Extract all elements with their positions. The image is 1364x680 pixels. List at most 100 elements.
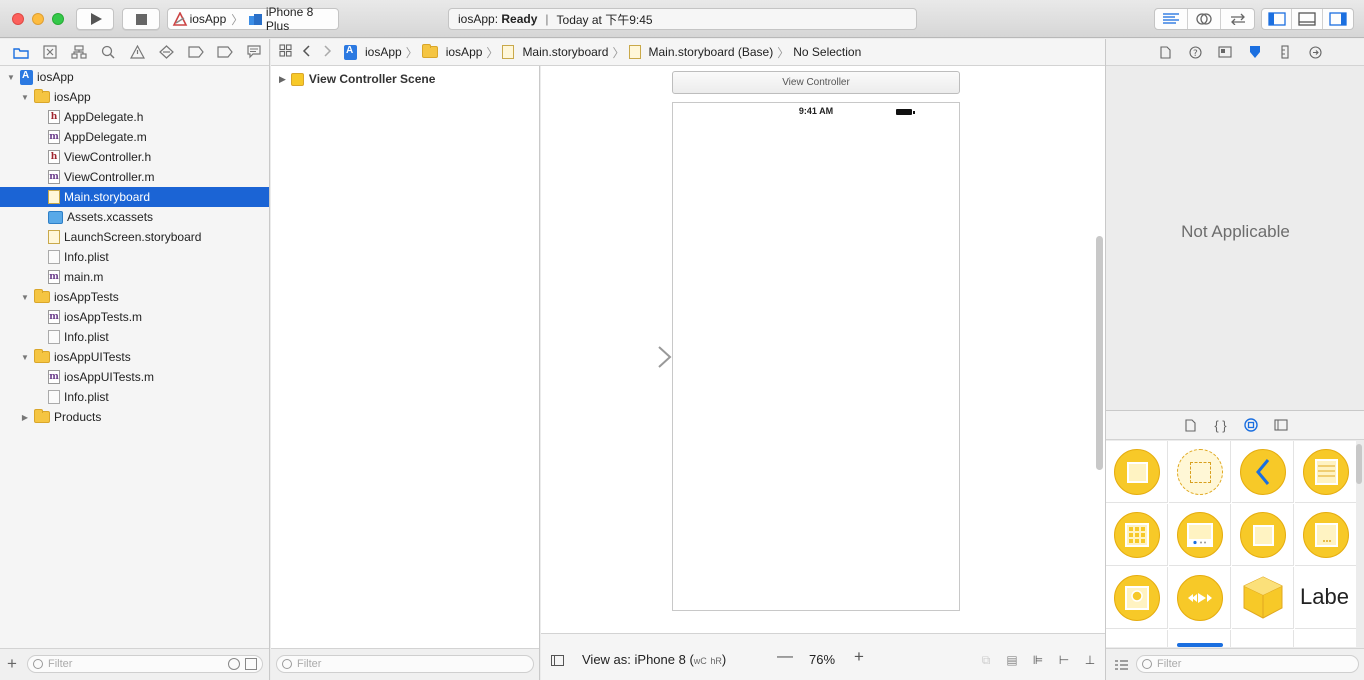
device-name[interactable]: iPhone 8 Plus	[266, 5, 338, 33]
zoom-window-button[interactable]	[52, 13, 64, 25]
file-tree-row[interactable]: ▼ iosApp	[0, 67, 269, 87]
standard-editor-button[interactable]	[1155, 9, 1188, 29]
library-item-segmented-control[interactable]	[1169, 630, 1231, 647]
jump-bar-file[interactable]: Main.storyboard	[502, 45, 608, 59]
library-item-object[interactable]	[1232, 567, 1294, 629]
outline-toggle-icon[interactable]	[551, 655, 564, 666]
library-item-label[interactable]: Labe	[1295, 567, 1356, 629]
toggle-debug-area-button[interactable]	[1292, 9, 1323, 29]
library-item-text-field[interactable]	[1232, 630, 1294, 647]
library-item-glkit-view-controller[interactable]	[1106, 567, 1168, 629]
issue-navigator-tab[interactable]	[123, 39, 152, 65]
file-tree-row[interactable]: Main.storyboard	[0, 187, 269, 207]
library-item-av-player-view-controller[interactable]	[1169, 567, 1231, 629]
file-tree-row[interactable]: h AppDelegate.h	[0, 107, 269, 127]
list-view-icon[interactable]	[1115, 659, 1128, 671]
media-library-tab[interactable]	[1266, 411, 1296, 439]
disclosure-triangle-icon[interactable]: ▼	[20, 292, 30, 302]
assistant-editor-button[interactable]	[1188, 9, 1221, 29]
library-item-tab-bar-controller[interactable]	[1169, 504, 1231, 566]
library-item-split-view-controller[interactable]	[1232, 504, 1294, 566]
run-button[interactable]	[76, 8, 114, 30]
library-item-page-view-controller[interactable]	[1295, 504, 1356, 566]
file-tree-row[interactable]: m iosAppTests.m	[0, 307, 269, 327]
file-inspector-tab[interactable]	[1150, 39, 1180, 65]
jump-bar-localization[interactable]: Main.storyboard (Base)	[628, 45, 773, 59]
disclosure-triangle-icon[interactable]: ▼	[6, 72, 16, 82]
outline-filter-field[interactable]: Filter	[276, 655, 534, 673]
file-tree-row[interactable]: ▼ iosApp	[0, 87, 269, 107]
storyboard-canvas[interactable]: View Controller 9:41 AM View as: iPhone …	[541, 66, 1105, 680]
jump-bar-selection[interactable]: No Selection	[793, 45, 861, 59]
navigator-filter-field[interactable]: Filter	[27, 655, 263, 673]
scheme-selector[interactable]: iosApp 〉 iPhone 8 Plus	[167, 5, 339, 33]
disclosure-triangle-icon[interactable]: ▶	[279, 74, 286, 85]
file-tree-row[interactable]: ▶ Products	[0, 407, 269, 427]
file-tree-row[interactable]: m main.m	[0, 267, 269, 287]
file-template-library-tab[interactable]	[1176, 411, 1206, 439]
add-file-button[interactable]: +	[7, 655, 17, 673]
library-item-storyboard-reference[interactable]	[1169, 441, 1231, 503]
toggle-navigator-button[interactable]	[1262, 9, 1293, 29]
library-item-button[interactable]	[1106, 630, 1168, 647]
toggle-utilities-button[interactable]	[1323, 9, 1353, 29]
update-frames-icon[interactable]: ⧉	[978, 653, 994, 667]
report-navigator-tab[interactable]	[240, 39, 269, 65]
file-tree-row[interactable]: m iosAppUITests.m	[0, 367, 269, 387]
file-tree-row[interactable]: Info.plist	[0, 247, 269, 267]
version-editor-button[interactable]	[1221, 9, 1254, 29]
zoom-in-button[interactable]: +	[854, 647, 864, 667]
debug-navigator-tab[interactable]	[181, 39, 210, 65]
file-tree-row[interactable]: Info.plist	[0, 327, 269, 347]
recent-files-icon[interactable]	[228, 658, 240, 670]
disclosure-triangle-icon[interactable]: ▼	[20, 352, 30, 362]
scene-row[interactable]: ▶ View Controller Scene	[279, 72, 435, 86]
forward-button[interactable]	[323, 44, 332, 60]
stop-button[interactable]	[122, 8, 160, 30]
attributes-inspector-tab[interactable]	[1240, 39, 1270, 65]
symbol-navigator-tab[interactable]	[64, 39, 93, 65]
library-item-table-view-controller[interactable]	[1295, 441, 1356, 503]
library-item-view-controller[interactable]	[1106, 441, 1168, 503]
view-controller-view[interactable]: 9:41 AM	[672, 102, 960, 611]
file-tree-row[interactable]: m ViewController.m	[0, 167, 269, 187]
code-snippet-library-tab[interactable]: { }	[1206, 411, 1236, 439]
library-filter-field[interactable]: Filter	[1136, 655, 1359, 673]
back-button[interactable]	[302, 44, 311, 60]
file-tree-row[interactable]: Info.plist	[0, 387, 269, 407]
file-tree-row[interactable]: Assets.xcassets	[0, 207, 269, 227]
project-navigator-tab[interactable]	[6, 39, 35, 65]
source-control-filter-icon[interactable]	[245, 658, 257, 670]
find-navigator-tab[interactable]	[94, 39, 123, 65]
quick-help-tab[interactable]: ?	[1180, 39, 1210, 65]
scene-title-bar[interactable]: View Controller	[672, 71, 960, 94]
breakpoint-navigator-tab[interactable]	[211, 39, 240, 65]
size-inspector-tab[interactable]	[1270, 39, 1300, 65]
file-tree-row[interactable]: ▼ iosAppTests	[0, 287, 269, 307]
align-icon[interactable]: ⊫	[1030, 653, 1046, 667]
jump-bar-group[interactable]: iosApp	[421, 44, 482, 59]
library-item-collection-view-controller[interactable]	[1106, 504, 1168, 566]
object-library-tab[interactable]	[1236, 411, 1266, 439]
library-item-navigation-controller[interactable]	[1232, 441, 1294, 503]
entry-point-arrow-icon[interactable]	[596, 346, 676, 376]
test-navigator-tab[interactable]	[152, 39, 181, 65]
file-tree-row[interactable]: h ViewController.h	[0, 147, 269, 167]
identity-inspector-tab[interactable]	[1210, 39, 1240, 65]
jump-bar-project[interactable]: iosApp	[344, 44, 402, 60]
vertical-scrollbar[interactable]	[1096, 236, 1103, 470]
library-item-slider[interactable]	[1295, 630, 1356, 647]
add-constraints-icon[interactable]: ⊢	[1056, 653, 1072, 667]
disclosure-triangle-icon[interactable]: ▼	[20, 92, 30, 102]
connections-inspector-tab[interactable]	[1300, 39, 1330, 65]
source-control-navigator-tab[interactable]	[35, 39, 64, 65]
close-window-button[interactable]	[12, 13, 24, 25]
embed-in-stack-icon[interactable]: ▤	[1004, 653, 1020, 667]
view-as-button[interactable]: View as: iPhone 8 (wC hR)	[582, 652, 726, 667]
file-tree-row[interactable]: ▼ iosAppUITests	[0, 347, 269, 367]
minimize-window-button[interactable]	[32, 13, 44, 25]
scheme-name[interactable]: iosApp	[190, 12, 227, 26]
disclosure-triangle-icon[interactable]: ▶	[20, 412, 30, 422]
zoom-out-button[interactable]: —	[777, 648, 793, 666]
file-tree-row[interactable]: LaunchScreen.storyboard	[0, 227, 269, 247]
